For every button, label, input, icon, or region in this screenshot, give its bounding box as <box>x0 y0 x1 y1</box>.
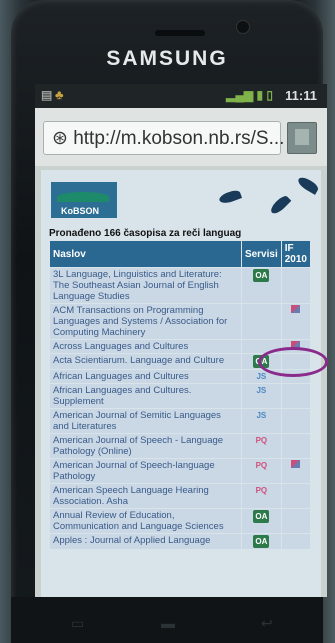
address-bar[interactable]: ⊛ http://m.kobson.nb.rs/S... <box>43 121 285 155</box>
journal-title[interactable]: American Speech Language Hearing Associa… <box>49 483 242 509</box>
if-cell <box>280 408 312 434</box>
bookmark-button[interactable] <box>287 122 317 154</box>
if-cell <box>280 303 312 340</box>
service-badge[interactable]: JS <box>256 385 266 396</box>
if-cell <box>280 458 312 484</box>
journal-title[interactable]: American Journal of Speech - Language Pa… <box>49 433 242 459</box>
brand-logo: SAMSUNG <box>106 47 228 70</box>
service-cell: OA <box>240 508 282 534</box>
table-row[interactable]: American Journal of Speech - Language Pa… <box>49 433 312 459</box>
signal-icon: ▂▄▆ ▮ ▯ <box>226 88 273 102</box>
table-row[interactable]: 3L Language, Linguistics and Literature:… <box>49 267 312 304</box>
clock: 11:11 <box>285 88 317 103</box>
service-cell: JS <box>240 383 282 409</box>
table-row[interactable]: American Journal of Speech-language Path… <box>49 458 312 484</box>
bird-graphic <box>295 175 321 195</box>
service-badge[interactable]: PQ <box>256 435 268 446</box>
journal-title[interactable]: African Languages and Cultures. Suppleme… <box>49 383 242 409</box>
table-row[interactable]: Annual Review of Education, Communicatio… <box>49 508 312 534</box>
service-cell: PQ <box>240 458 282 484</box>
service-cell: JS <box>240 408 282 434</box>
service-badge[interactable]: PQ <box>256 485 268 496</box>
journal-title[interactable]: Apples : Journal of Applied Language <box>49 533 242 550</box>
if-cell <box>280 508 312 534</box>
bookmark-icon <box>295 129 309 145</box>
bird-graphic <box>268 193 292 217</box>
table-row[interactable]: African Languages and Cultures. Suppleme… <box>49 383 312 409</box>
if-cell <box>280 483 312 509</box>
phone-body: SAMSUNG ▤ ♣ ▂▄▆ ▮ ▯ 11:11 ⊛ http://m.kob… <box>11 0 327 643</box>
browser-toolbar: ⊛ http://m.kobson.nb.rs/S... <box>35 108 327 166</box>
column-if: IF 2010 <box>280 240 312 268</box>
menu-key-icon[interactable]: ▭ <box>71 615 84 632</box>
flag-icon[interactable] <box>291 460 301 468</box>
service-cell <box>240 303 282 340</box>
journal-title[interactable]: ACM Transactions on Programming Language… <box>49 303 242 340</box>
service-badge[interactable]: OA <box>253 269 270 282</box>
kobson-logo[interactable]: KoBSON <box>51 182 117 218</box>
journal-title[interactable]: Acta Scientiarum. Language and Culture <box>49 353 242 370</box>
journals-table: Naslov Servisi IF 2010 3L Language, Lingu… <box>49 240 312 550</box>
results-heading: Pronađeno 166 časopisa za reči languag <box>49 228 242 239</box>
hardware-keys: ▭ ▬ ↩ <box>11 597 323 643</box>
globe-icon: ⊛ <box>52 128 68 149</box>
logo-wave <box>57 192 109 202</box>
home-key[interactable]: ▬ <box>161 615 175 631</box>
url-text: http://m.kobson.nb.rs/S... <box>73 128 285 149</box>
photo-of-phone: SAMSUNG ▤ ♣ ▂▄▆ ▮ ▯ 11:11 ⊛ http://m.kob… <box>0 0 335 643</box>
if-cell <box>280 533 312 550</box>
notification-icon: ▤ <box>41 88 53 102</box>
if-cell <box>280 267 312 304</box>
android-icon: ♣ <box>55 87 64 102</box>
column-services: Servisi <box>240 240 282 268</box>
phone-screen: ▤ ♣ ▂▄▆ ▮ ▯ 11:11 ⊛ http://m.kobson.nb.r… <box>35 84 327 597</box>
journal-title[interactable]: Across Languages and Cultures <box>49 339 242 354</box>
service-cell: OA <box>240 267 282 304</box>
service-badge[interactable]: JS <box>256 371 266 382</box>
service-badge[interactable]: OA <box>253 535 270 548</box>
table-row[interactable]: ACM Transactions on Programming Language… <box>49 303 312 340</box>
bird-graphic <box>217 188 243 206</box>
journal-title[interactable]: American Journal of Semitic Languages an… <box>49 408 242 434</box>
status-bar: ▤ ♣ ▂▄▆ ▮ ▯ 11:11 <box>35 84 327 108</box>
journal-title[interactable]: Annual Review of Education, Communicatio… <box>49 508 242 534</box>
web-page: KoBSON Pronađeno 166 časopisa za reči la… <box>41 170 321 597</box>
speaker-grille <box>155 30 205 36</box>
table-row[interactable]: American Journal of Semitic Languages an… <box>49 408 312 434</box>
service-badge[interactable]: PQ <box>256 460 268 471</box>
flag-icon[interactable] <box>291 305 301 313</box>
front-camera <box>236 20 250 34</box>
journal-title[interactable]: 3L Language, Linguistics and Literature:… <box>49 267 242 304</box>
column-title: Naslov <box>49 240 242 268</box>
if-cell <box>280 433 312 459</box>
if-cell <box>280 383 312 409</box>
service-cell: PQ <box>240 433 282 459</box>
service-badge[interactable]: OA <box>253 510 270 523</box>
service-cell: PQ <box>240 483 282 509</box>
service-badge[interactable]: JS <box>256 410 266 421</box>
journal-title[interactable]: American Journal of Speech-language Path… <box>49 458 242 484</box>
journal-title[interactable]: African Languages and Cultures <box>49 369 242 384</box>
service-cell: OA <box>240 533 282 550</box>
table-row[interactable]: American Speech Language Hearing Associa… <box>49 483 312 509</box>
back-key-icon[interactable]: ↩ <box>261 615 273 632</box>
table-row[interactable]: Apples : Journal of Applied Language OA <box>49 533 312 550</box>
highlight-circle <box>258 347 328 377</box>
